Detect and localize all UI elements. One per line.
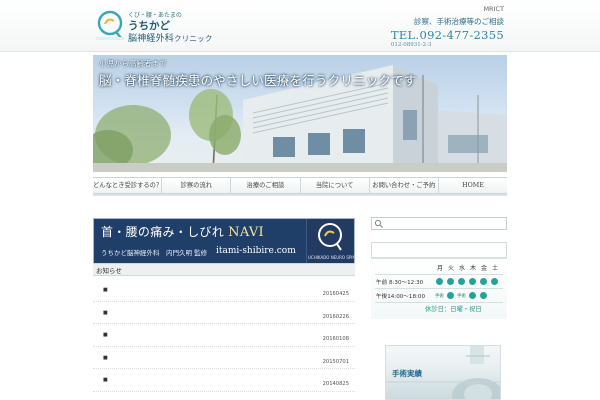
day-mon: 月	[437, 265, 444, 272]
banner-navi: NAVI	[228, 225, 264, 240]
news-item[interactable]: ■ 20150701	[93, 347, 355, 369]
header-bar	[0, 0, 600, 52]
contact-note: 診察、手術治療等のご相談	[414, 17, 504, 26]
news-date: 20160226	[322, 313, 349, 320]
news-heading: お知らせ	[96, 267, 122, 275]
banner-title: 首・腰の痛み・しびれ NAVI	[101, 223, 264, 240]
search-icon[interactable]	[374, 219, 384, 229]
logo-name-department: 脳神経外科クリニック	[128, 31, 213, 44]
news-date: 20160108	[322, 336, 349, 342]
hours-day-header: 月 火 水 木 金 土	[371, 263, 507, 273]
open-dot	[447, 292, 454, 299]
nav-divider	[93, 194, 507, 196]
contact-small-text: 012-08931-2-3	[390, 42, 432, 48]
nav-item-consultation-flow[interactable]: 診察の流れ	[162, 178, 232, 193]
news-bullet: ■	[103, 332, 108, 338]
open-dot	[458, 278, 465, 285]
global-nav: どんなとき受診するの？ 診察の流れ 治療のご相談 当院について お問い合わせ・ご…	[93, 177, 507, 194]
logo-mark-icon	[96, 10, 124, 40]
clinic-logo-icon	[318, 223, 342, 251]
hero-image: 小児から高齢者まで 脳・脊椎脊髄疾患のやさしい医療を行うクリニックです	[93, 55, 507, 172]
surgery-mark: 手術	[457, 294, 466, 299]
search-input[interactable]	[385, 219, 503, 228]
nav-item-treatment-consultation[interactable]: 治療のご相談	[231, 178, 301, 193]
news-bullet: ■	[103, 354, 108, 361]
logo-clinic-suffix: クリニック	[174, 34, 213, 43]
nav-item-when-to-visit[interactable]: どんなとき受診するの？	[93, 178, 163, 193]
hours-divider	[375, 302, 503, 303]
open-dot	[491, 278, 498, 285]
news-bullet: ■	[103, 309, 108, 316]
news-date: 20150701	[322, 358, 349, 365]
news-item[interactable]: ■ 20160226	[93, 302, 355, 324]
news-item[interactable]: ■ 20140825	[93, 369, 355, 392]
day-wed: 水	[459, 265, 466, 272]
mrict-link[interactable]: MRICT	[483, 5, 504, 13]
open-dot	[480, 292, 487, 299]
day-tue: 火	[448, 265, 455, 272]
banner-badge: UCHIKADO NEURO SPINE CLINIC	[306, 219, 354, 269]
hours-divider	[375, 288, 503, 289]
phone-number[interactable]: TEL.092-477-2355	[391, 28, 504, 42]
hero-caption: 小児から高齢者まで	[99, 59, 167, 68]
surgery-results-title: 手術実績	[392, 369, 422, 378]
open-dot	[436, 278, 443, 285]
news-date: 20160425	[322, 291, 349, 297]
hours-divider	[375, 274, 503, 275]
day-thu: 木	[470, 265, 477, 272]
banner-title-text: 首・腰の痛み・しびれ	[101, 225, 225, 239]
surgery-mark: 手術	[435, 294, 444, 299]
closed-days: 休診日：日曜・祝日	[425, 306, 482, 313]
news-heading-bar: お知らせ	[93, 263, 355, 276]
logo-department: 脳神経外科	[128, 34, 175, 44]
hours-row-am: 午前 8:30～12:30	[371, 276, 507, 287]
open-dot	[469, 278, 476, 285]
open-dot	[469, 292, 476, 299]
news-bullet: ■	[103, 377, 108, 383]
news-item[interactable]: ■ 20160425	[93, 279, 355, 302]
hours-pm-label: 午後14:00～18:00	[376, 294, 426, 300]
banner-badge-text: UCHIKADO NEURO SPINE CLINIC	[308, 255, 354, 260]
open-dot	[447, 278, 454, 285]
news-date: 20140825	[322, 381, 349, 387]
contact-block: 診察、手術治療等のご相談 TEL.092-477-2355 012-08931-…	[391, 16, 504, 48]
nav-item-home[interactable]: HOME	[439, 178, 507, 193]
search-box	[371, 217, 507, 230]
hours-row-pm: 午後14:00～18:00 手術 手術	[371, 290, 507, 301]
news-list: ■ 20160425 ■ 20160226 ■ 20160108 ■ 20150…	[93, 279, 355, 392]
open-dot	[480, 278, 487, 285]
nav-item-contact-reservation[interactable]: お問い合わせ・ご予約	[370, 178, 439, 193]
hero-title: 脳・脊椎脊髄疾患のやさしい医療を行うクリニックです	[99, 73, 417, 88]
clinic-logo[interactable]: くび・腰・あたまの うちかど 脳神経外科クリニック	[96, 10, 246, 46]
news-bullet: ■	[103, 287, 108, 293]
surgery-results-card[interactable]: 手術実績	[385, 345, 501, 400]
news-item[interactable]: ■ 20160108	[93, 324, 355, 347]
day-fri: 金	[481, 265, 488, 272]
clinic-hours-table: 月 火 水 木 金 土 午前 8:30～12:30 午後14:00～18:00 …	[371, 259, 507, 319]
nav-item-about-clinic[interactable]: 当院について	[301, 178, 370, 193]
hours-header-bar	[371, 242, 507, 259]
banner-url: itami-shibire.com	[216, 246, 296, 256]
day-sat: 土	[492, 265, 499, 272]
banner-subtitle: うちかど脳神経外科 内門久明 監修	[101, 249, 208, 257]
hours-am-label: 午前 8:30～12:30	[376, 280, 424, 286]
